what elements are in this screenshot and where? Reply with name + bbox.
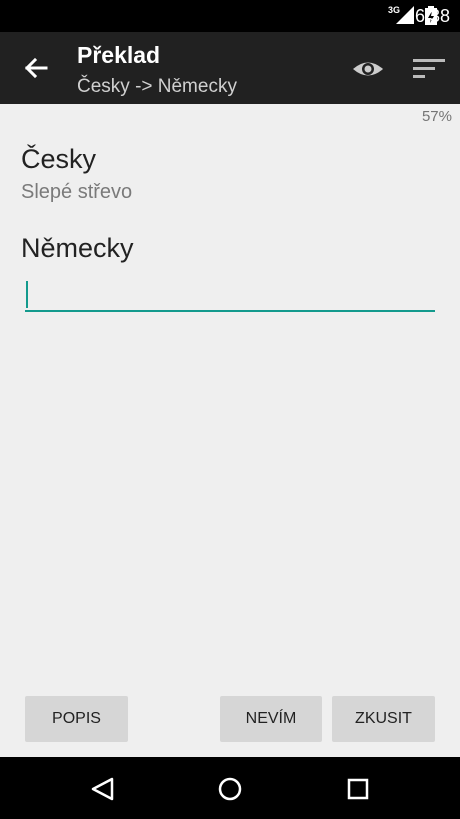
signal-icon xyxy=(396,6,414,24)
back-button[interactable] xyxy=(18,50,54,86)
status-time: 6:38 xyxy=(414,6,450,26)
nav-recents-icon xyxy=(347,778,369,800)
eye-icon xyxy=(353,62,383,76)
sort-button[interactable] xyxy=(408,54,448,84)
nav-home-icon xyxy=(218,777,242,801)
nav-back-icon xyxy=(91,777,114,801)
sort-icon xyxy=(413,59,445,78)
source-word: Slepé střevo xyxy=(21,181,133,203)
nav-recents-button[interactable] xyxy=(343,774,373,804)
app-toolbar: Překlad Česky -> Německy xyxy=(0,32,460,104)
try-button[interactable]: ZKUSIT xyxy=(332,696,435,742)
page-title: Překlad xyxy=(77,42,161,68)
target-language-label: Německy xyxy=(21,233,134,263)
description-button[interactable]: POPIS xyxy=(25,696,128,742)
answer-input[interactable] xyxy=(25,276,435,312)
show-answer-button[interactable] xyxy=(350,54,386,84)
progress-percent: 57% xyxy=(421,108,452,125)
nav-home-button[interactable] xyxy=(215,774,245,804)
dont-know-button[interactable]: NEVÍM xyxy=(220,696,322,742)
status-bar: 3G 6:38 xyxy=(0,0,460,32)
page-subtitle: Česky -> Německy xyxy=(77,76,237,97)
back-arrow-icon xyxy=(24,57,48,79)
source-language-label: Česky xyxy=(21,144,97,174)
navigation-bar xyxy=(0,757,460,819)
nav-back-button[interactable] xyxy=(88,774,118,804)
text-cursor xyxy=(26,281,28,308)
